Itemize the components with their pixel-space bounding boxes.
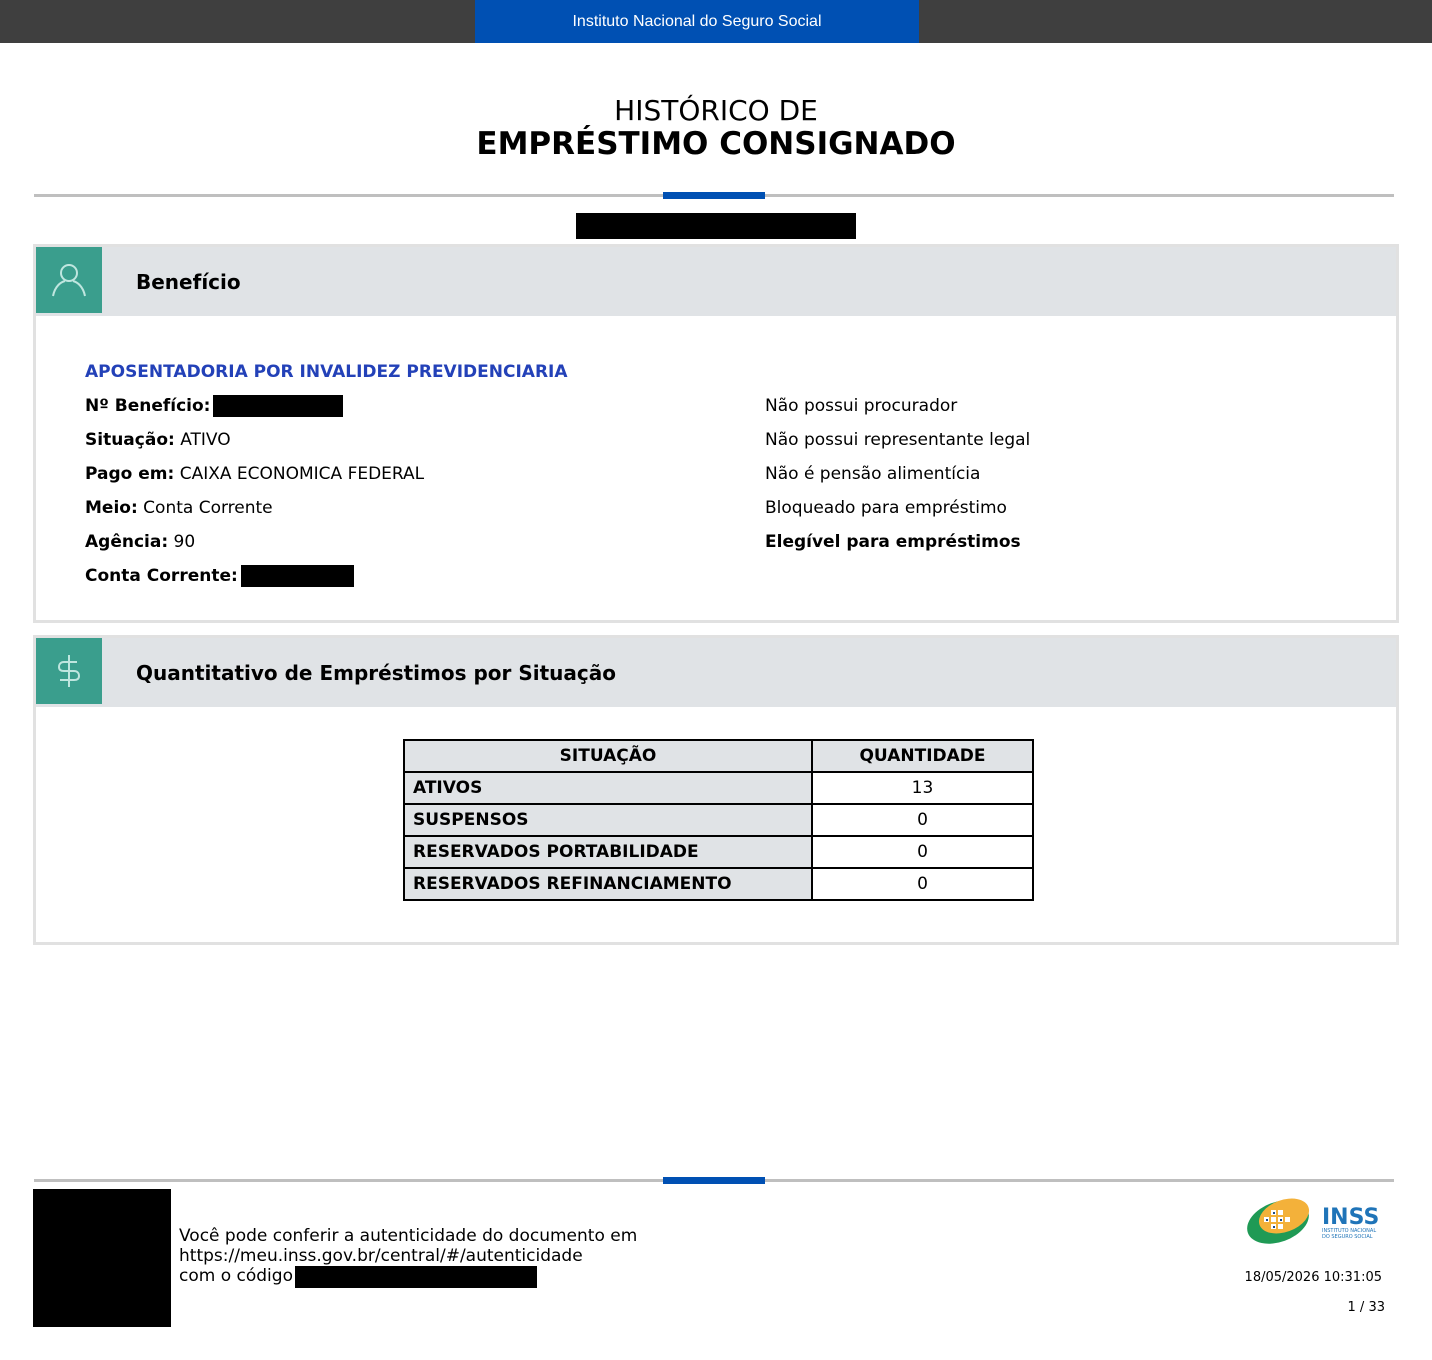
pensao-status: Não é pensão alimentícia [765, 464, 981, 484]
procurador-status: Não possui procurador [765, 396, 958, 416]
redacted-conta-corrente [241, 565, 354, 587]
column-header-quantidade: QUANTIDADE [811, 739, 1034, 773]
footer-divider-accent [663, 1177, 765, 1184]
beneficio-header: Benefício [36, 247, 1396, 316]
situacao-value: ATIVO [180, 430, 231, 450]
logo-subtext-2: DO SEGURO SOCIAL [1322, 1234, 1373, 1240]
redacted-name [576, 213, 856, 239]
row-value: 0 [811, 867, 1034, 901]
timestamp: 18/05/2026 10:31:05 [1244, 1270, 1382, 1285]
numero-beneficio-field: Nº Benefício: [85, 396, 210, 416]
meio-value: Conta Corrente [143, 498, 273, 518]
benefit-type: APOSENTADORIA POR INVALIDEZ PREVIDENCIAR… [85, 362, 568, 382]
row-value: 13 [811, 771, 1034, 805]
situacao-field: Situação: ATIVO [85, 430, 231, 450]
table-header-row: SITUAÇÃO QUANTIDADE [403, 739, 1034, 773]
row-label: ATIVOS [403, 771, 813, 805]
title-divider-accent [663, 192, 765, 199]
meio-label: Meio: [85, 498, 138, 518]
top-bar: Instituto Nacional do Seguro Social [0, 0, 1432, 43]
pago-em-value: CAIXA ECONOMICA FEDERAL [179, 464, 425, 484]
representante-status: Não possui representante legal [765, 430, 1031, 450]
bloqueio-status: Bloqueado para empréstimo [765, 498, 1007, 518]
table-row: ATIVOS 13 [403, 771, 1034, 805]
authenticity-line1: Você pode conferir a autenticidade do do… [179, 1226, 638, 1246]
inss-logo: INSS INSTITUTO NACIONAL DO SEGURO SOCIAL [1247, 1198, 1379, 1244]
agency-tab: Instituto Nacional do Seguro Social [475, 0, 919, 43]
page-title-line1: HISTÓRICO DE [614, 94, 818, 127]
meio-field: Meio: Conta Corrente [85, 498, 273, 518]
column-header-situacao: SITUAÇÃO [403, 739, 813, 773]
conta-corrente-field: Conta Corrente: [85, 566, 238, 586]
situacao-label: Situação: [85, 430, 175, 450]
authenticity-url[interactable]: https://meu.inss.gov.br/central/#/autent… [179, 1246, 637, 1266]
conta-corrente-label: Conta Corrente: [85, 566, 238, 586]
row-value: 0 [811, 803, 1034, 837]
table-row: RESERVADOS PORTABILIDADE 0 [403, 835, 1034, 869]
beneficio-section: Benefício APOSENTADORIA POR INVALIDEZ PR… [33, 244, 1399, 623]
page-number: 1 / 33 [1347, 1300, 1385, 1315]
table-row: SUSPENSOS 0 [403, 803, 1034, 837]
redacted-qr-code [33, 1189, 171, 1327]
agencia-label: Agência: [85, 532, 169, 552]
row-label: RESERVADOS REFINANCIAMENTO [403, 867, 813, 901]
page-title-line2: EMPRÉSTIMO CONSIGNADO [476, 126, 956, 162]
quantitativo-table: SITUAÇÃO QUANTIDADE ATIVOS 13 SUSPENSOS … [403, 739, 1034, 901]
row-label: SUSPENSOS [403, 803, 813, 837]
pago-em-field: Pago em: CAIXA ECONOMICA FEDERAL [85, 464, 424, 484]
quantitativo-section: Quantitativo de Empréstimos por Situação… [33, 635, 1399, 945]
row-value: 0 [811, 835, 1034, 869]
agencia-field: Agência: 90 [85, 532, 195, 552]
quantitativo-title: Quantitativo de Empréstimos por Situação [136, 660, 616, 685]
logo-text: INSS [1322, 1205, 1379, 1230]
user-icon [36, 247, 102, 313]
beneficio-title: Benefício [136, 269, 241, 294]
agencia-value: 90 [173, 532, 196, 552]
pago-em-label: Pago em: [85, 464, 175, 484]
row-label: RESERVADOS PORTABILIDADE [403, 835, 813, 869]
elegivel-status: Elegível para empréstimos [765, 532, 1021, 552]
dollar-icon [36, 638, 102, 704]
quantitativo-header: Quantitativo de Empréstimos por Situação [36, 638, 1396, 707]
redacted-numero-beneficio [213, 395, 343, 417]
table-row: RESERVADOS REFINANCIAMENTO 0 [403, 867, 1034, 901]
numero-beneficio-label: Nº Benefício: [85, 396, 211, 416]
redacted-auth-code [295, 1266, 537, 1288]
